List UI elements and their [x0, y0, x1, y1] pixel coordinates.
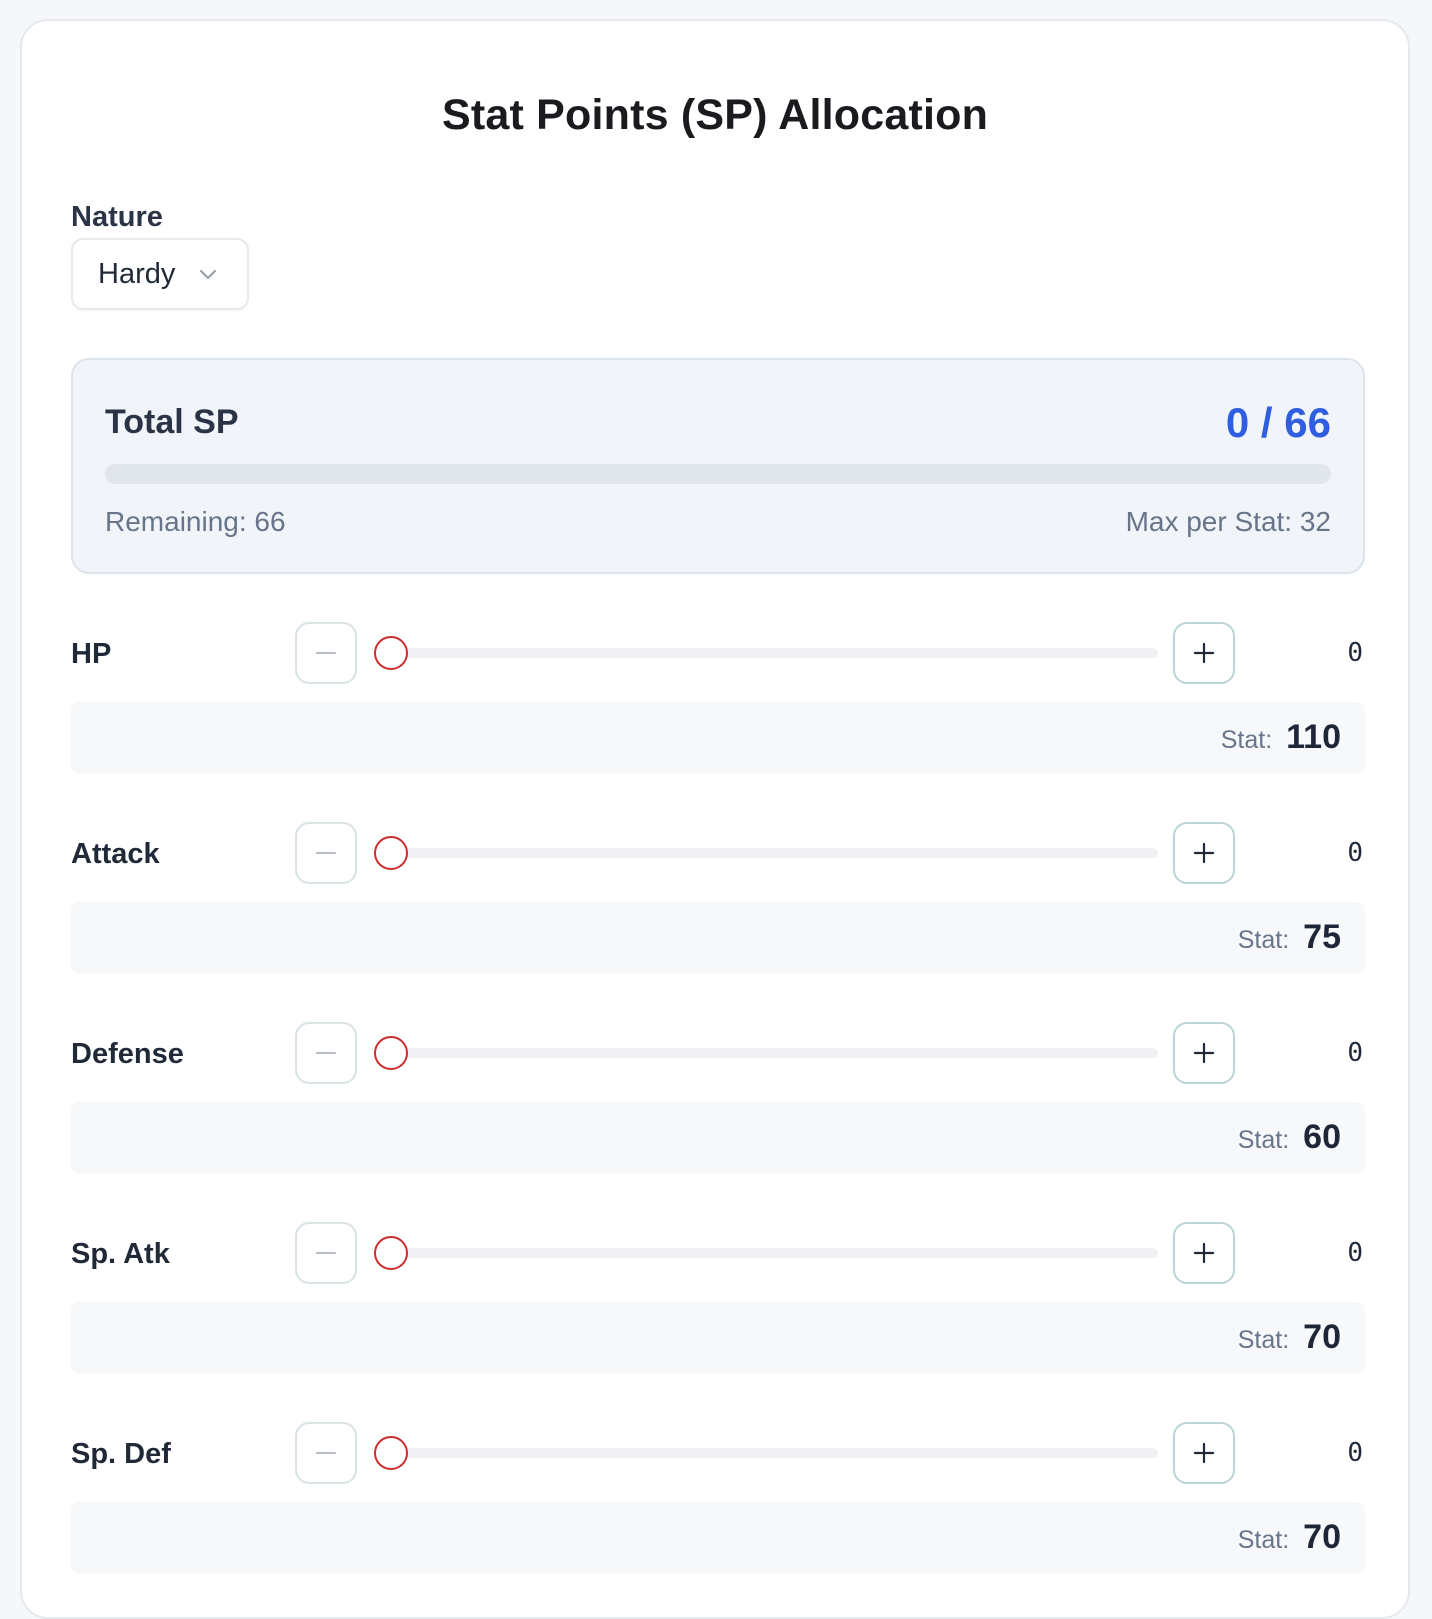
sp-slider[interactable] [374, 836, 1158, 870]
stat-total-box: Stat: 75 [71, 902, 1365, 974]
plus-icon [1193, 842, 1215, 864]
minus-icon [316, 652, 336, 654]
decrement-button[interactable] [295, 1222, 357, 1284]
minus-icon [316, 1252, 336, 1254]
stat-total-box: Stat: 70 [71, 1302, 1365, 1374]
stat-name: HP [71, 638, 112, 670]
sp-slider[interactable] [374, 1436, 1158, 1470]
nature-label: Nature [71, 201, 163, 233]
sp-value: 0 [1347, 1238, 1363, 1268]
decrement-button[interactable] [295, 822, 357, 884]
slider-thumb[interactable] [374, 1436, 408, 1470]
sp-slider[interactable] [374, 1036, 1158, 1070]
slider-thumb[interactable] [374, 636, 408, 670]
stat-total-label: Stat: [1237, 1126, 1290, 1154]
slider-track [374, 1048, 1158, 1058]
slider-thumb[interactable] [374, 1036, 408, 1070]
slider-track [374, 848, 1158, 858]
max-per-stat-text: Max per Stat: 32 [1125, 506, 1331, 537]
increment-button[interactable] [1173, 622, 1235, 684]
total-sp-label: Total SP [105, 403, 239, 441]
stat-total-box: Stat: 70 [71, 1502, 1365, 1574]
stat-total-label: Stat: [1237, 1526, 1290, 1554]
stat-name: Defense [71, 1038, 184, 1070]
stat-total-value: 110 [1286, 718, 1341, 756]
minus-icon [316, 1452, 336, 1454]
slider-track [374, 1248, 1158, 1258]
page-title: Stat Points (SP) Allocation [441, 91, 989, 139]
increment-button[interactable] [1173, 1022, 1235, 1084]
stat-total-label: Stat: [1237, 1326, 1290, 1354]
total-sp-value: 0 / 66 [1225, 399, 1331, 446]
increment-button[interactable] [1173, 1222, 1235, 1284]
sp-value: 0 [1347, 838, 1363, 868]
stat-row-sp-atk: Sp. Atk 0 Stat: 70 [71, 1222, 1365, 1402]
stat-name: Sp. Def [71, 1438, 171, 1470]
stat-row-sp-def: Sp. Def 0 Stat: 70 [71, 1422, 1365, 1602]
sp-value: 0 [1347, 1038, 1363, 1068]
stat-total-value: 70 [1303, 1518, 1341, 1556]
stat-name: Attack [71, 838, 160, 870]
chevron-down-icon [197, 263, 219, 285]
nature-select[interactable]: Hardy [71, 238, 249, 310]
decrement-button[interactable] [295, 622, 357, 684]
stat-total-box: Stat: 110 [71, 702, 1365, 774]
sp-slider[interactable] [374, 636, 1158, 670]
stat-total-label: Stat: [1220, 726, 1273, 754]
stat-total-box: Stat: 60 [71, 1102, 1365, 1174]
stat-row-hp: HP 0 Stat: 110 [71, 622, 1365, 802]
stat-total-value: 60 [1303, 1118, 1341, 1156]
increment-button[interactable] [1173, 822, 1235, 884]
sp-value: 0 [1347, 1438, 1363, 1468]
slider-thumb[interactable] [374, 836, 408, 870]
stat-total-value: 70 [1303, 1318, 1341, 1356]
total-sp-summary: Total SP 0 / 66 Remaining: 66 Max per St… [71, 358, 1365, 574]
stat-total-label: Stat: [1237, 926, 1290, 954]
sp-value: 0 [1347, 638, 1363, 668]
stat-row-defense: Defense 0 Stat: 60 [71, 1022, 1365, 1202]
increment-button[interactable] [1173, 1422, 1235, 1484]
stat-name: Sp. Atk [71, 1238, 170, 1270]
slider-track [374, 648, 1158, 658]
plus-icon [1193, 1442, 1215, 1464]
stat-row-attack: Attack 0 Stat: 75 [71, 822, 1365, 1002]
slider-thumb[interactable] [374, 1236, 408, 1270]
stat-total-value: 75 [1303, 918, 1341, 956]
slider-track [374, 1448, 1158, 1458]
total-sp-progress-bar [105, 464, 1331, 484]
minus-icon [316, 1052, 336, 1054]
remaining-sp-text: Remaining: 66 [105, 506, 286, 537]
sp-allocation-card: Stat Points (SP) Allocation Nature Hardy… [20, 19, 1410, 1619]
decrement-button[interactable] [295, 1022, 357, 1084]
decrement-button[interactable] [295, 1422, 357, 1484]
plus-icon [1193, 642, 1215, 664]
sp-slider[interactable] [374, 1236, 1158, 1270]
minus-icon [316, 852, 336, 854]
nature-selected-value: Hardy [98, 258, 176, 290]
plus-icon [1193, 1242, 1215, 1264]
plus-icon [1193, 1042, 1215, 1064]
